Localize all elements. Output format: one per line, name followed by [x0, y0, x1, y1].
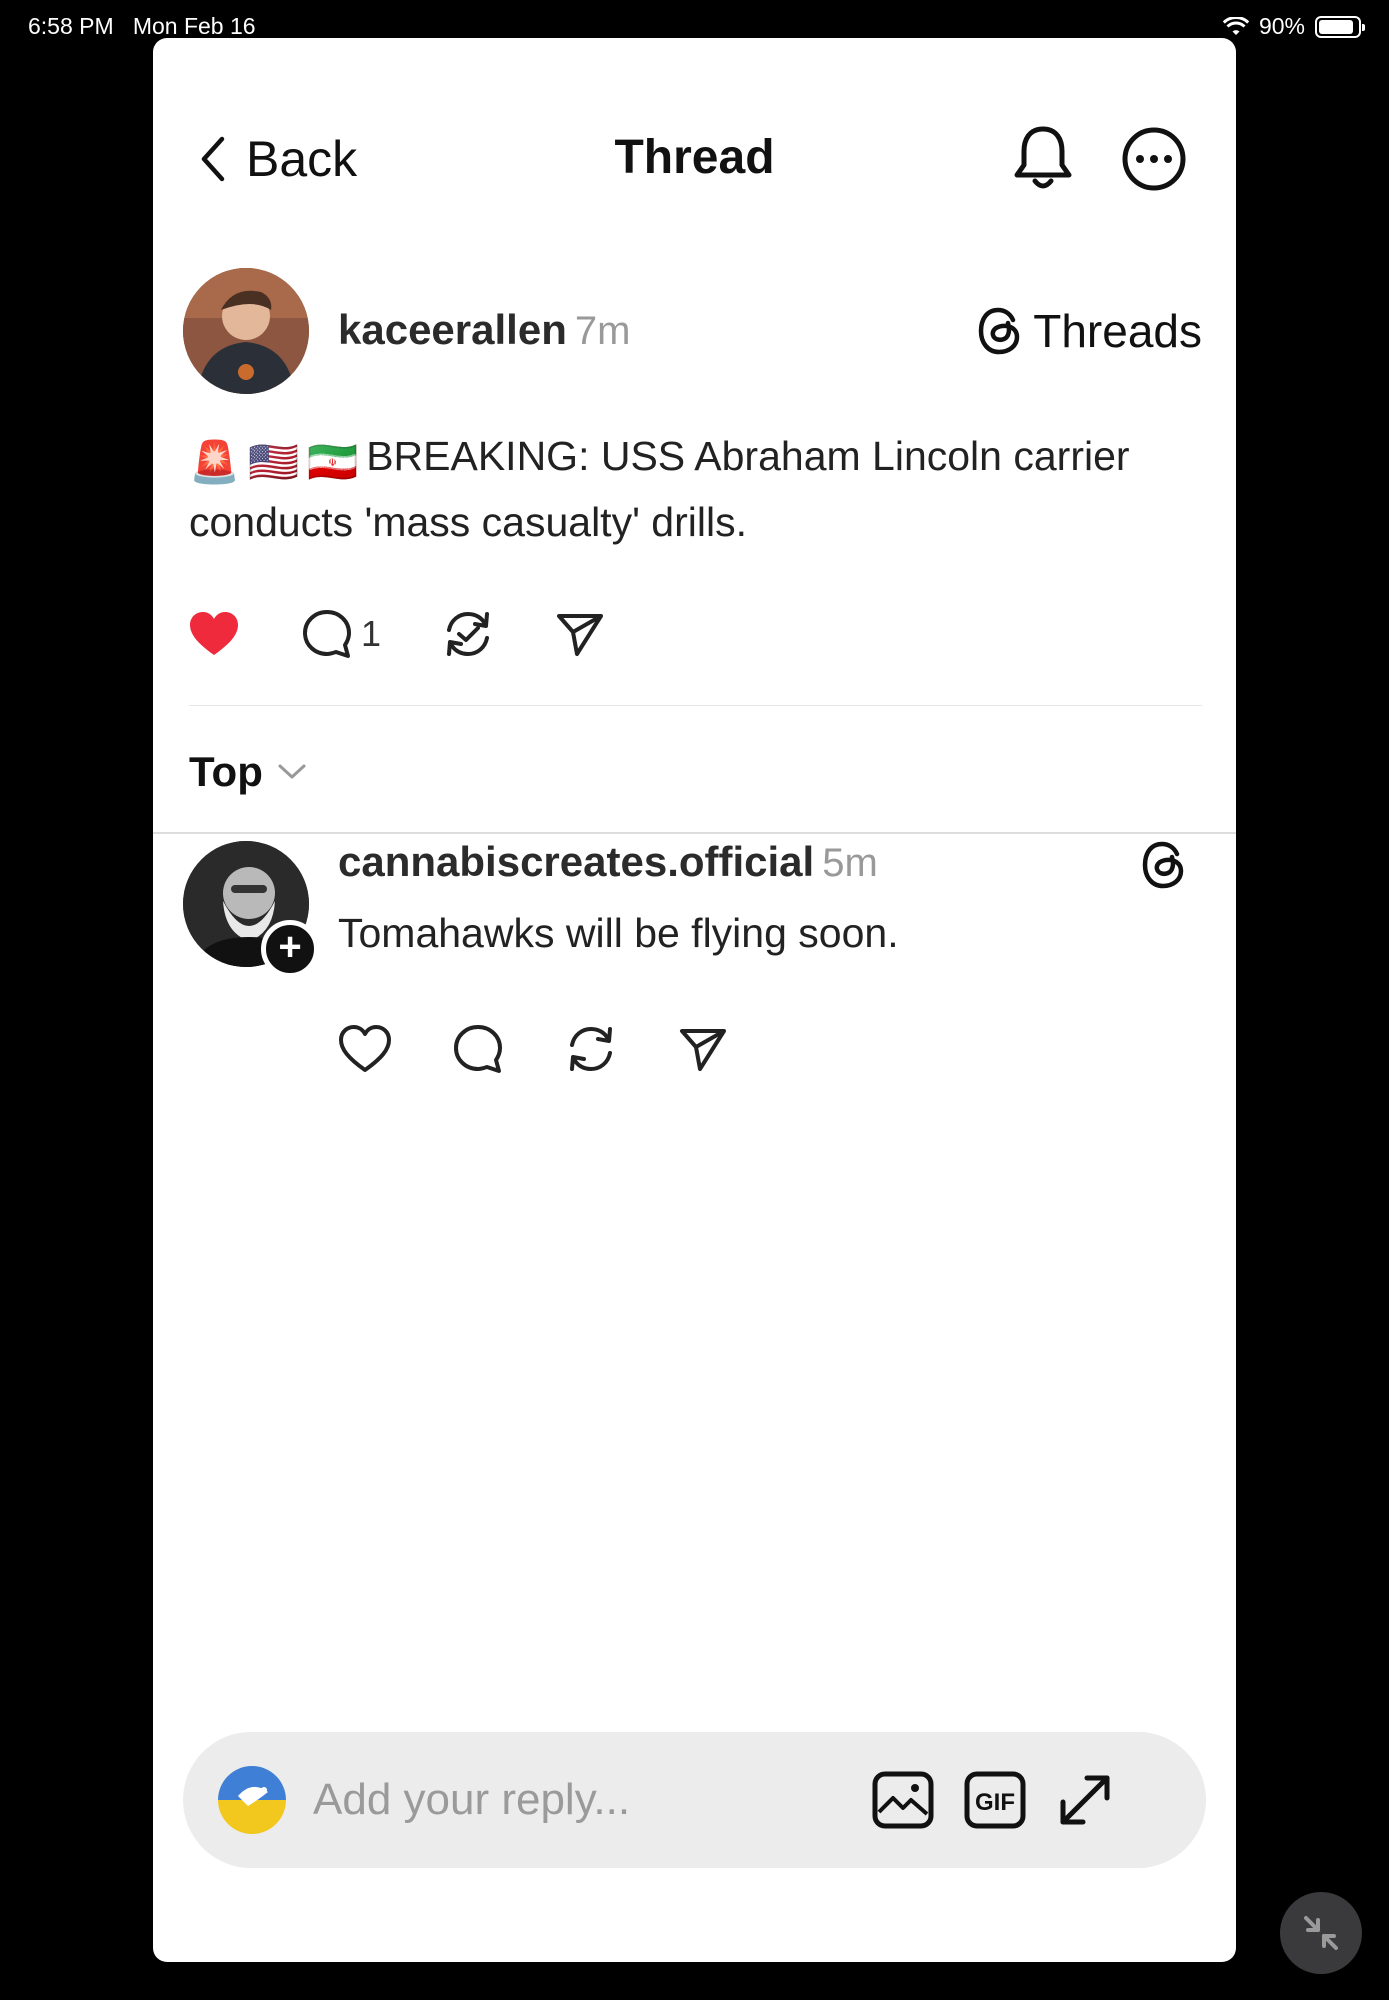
expand-icon [1060, 1775, 1110, 1825]
status-time: 6:58 PM Mon Feb 16 [28, 13, 256, 39]
image-icon [872, 1771, 934, 1829]
collapse-icon [1304, 1916, 1338, 1950]
expand-button[interactable] [1053, 1768, 1117, 1837]
threads-brand-label: Threads [1033, 305, 1202, 357]
sort-dropdown[interactable]: Top [189, 748, 307, 796]
us-flag-emoji: 🇺🇸 [248, 439, 300, 485]
iran-flag-emoji: 🇮🇷 [307, 439, 359, 485]
reply-comment-button[interactable] [452, 1023, 504, 1075]
reply-like-button[interactable] [338, 1024, 392, 1074]
bell-icon[interactable] [1011, 123, 1075, 198]
divider [189, 705, 1202, 706]
reply-share-button[interactable] [678, 1025, 728, 1073]
comment-button[interactable]: 1 [301, 608, 381, 660]
nav-bar: Back Thread [153, 38, 1236, 278]
repost-check-icon [447, 611, 490, 657]
svg-text:GIF: GIF [975, 1789, 1015, 1816]
sort-label: Top [189, 748, 263, 795]
divider [153, 832, 1236, 834]
send-icon [557, 614, 604, 656]
follow-button[interactable]: + [261, 920, 319, 978]
more-options-icon[interactable] [1121, 126, 1187, 197]
comment-icon [303, 610, 351, 658]
post-actions: 1 [187, 608, 665, 660]
status-right: 90% [1222, 13, 1365, 40]
send-icon [680, 1029, 726, 1071]
battery-icon [1315, 15, 1365, 38]
post-timestamp: 7m [574, 309, 631, 353]
heart-icon [339, 1025, 391, 1072]
gif-icon: GIF [964, 1771, 1026, 1829]
reply-timestamp: 5m [822, 841, 878, 885]
reply-text: Tomahawks will be flying soon. [338, 910, 899, 956]
attach-image-button[interactable] [871, 1768, 935, 1837]
gif-button[interactable]: GIF [963, 1768, 1027, 1837]
reply-count: 1 [361, 613, 382, 654]
post-body: 🚨 🇺🇸 🇮🇷 BREAKING: USS Abraham Lincoln carri… [189, 426, 1199, 552]
threads-logo-icon [978, 307, 1020, 355]
reply-repost-button[interactable] [564, 1023, 618, 1075]
threads-brand[interactable]: Threads [977, 304, 1202, 358]
post-username[interactable]: kaceerallen 7m [338, 306, 630, 354]
thread-sheet: Back Thread kaceerallen 7m Threads 🚨 🇺🇸 🇮🇷 B… [153, 38, 1236, 1962]
wifi-icon [1222, 16, 1249, 35]
comment-icon [454, 1025, 502, 1073]
threads-logo-icon[interactable] [1141, 840, 1187, 895]
chevron-down-icon [278, 764, 306, 779]
reply-actions [338, 1023, 788, 1075]
repost-icon [570, 1026, 612, 1072]
share-button[interactable] [555, 610, 605, 658]
my-avatar [218, 1766, 286, 1834]
battery-percent: 90% [1258, 13, 1305, 39]
reply-input[interactable] [313, 1766, 833, 1834]
heart-filled-icon [190, 612, 238, 655]
reply-composer: GIF [183, 1732, 1206, 1868]
minimize-button[interactable] [1280, 1892, 1362, 1974]
siren-emoji: 🚨 [189, 439, 241, 485]
reply-username[interactable]: cannabiscreates.official 5m [338, 838, 878, 886]
post-author-avatar[interactable] [183, 268, 309, 394]
repost-button[interactable] [441, 608, 495, 660]
like-button[interactable] [187, 609, 241, 659]
